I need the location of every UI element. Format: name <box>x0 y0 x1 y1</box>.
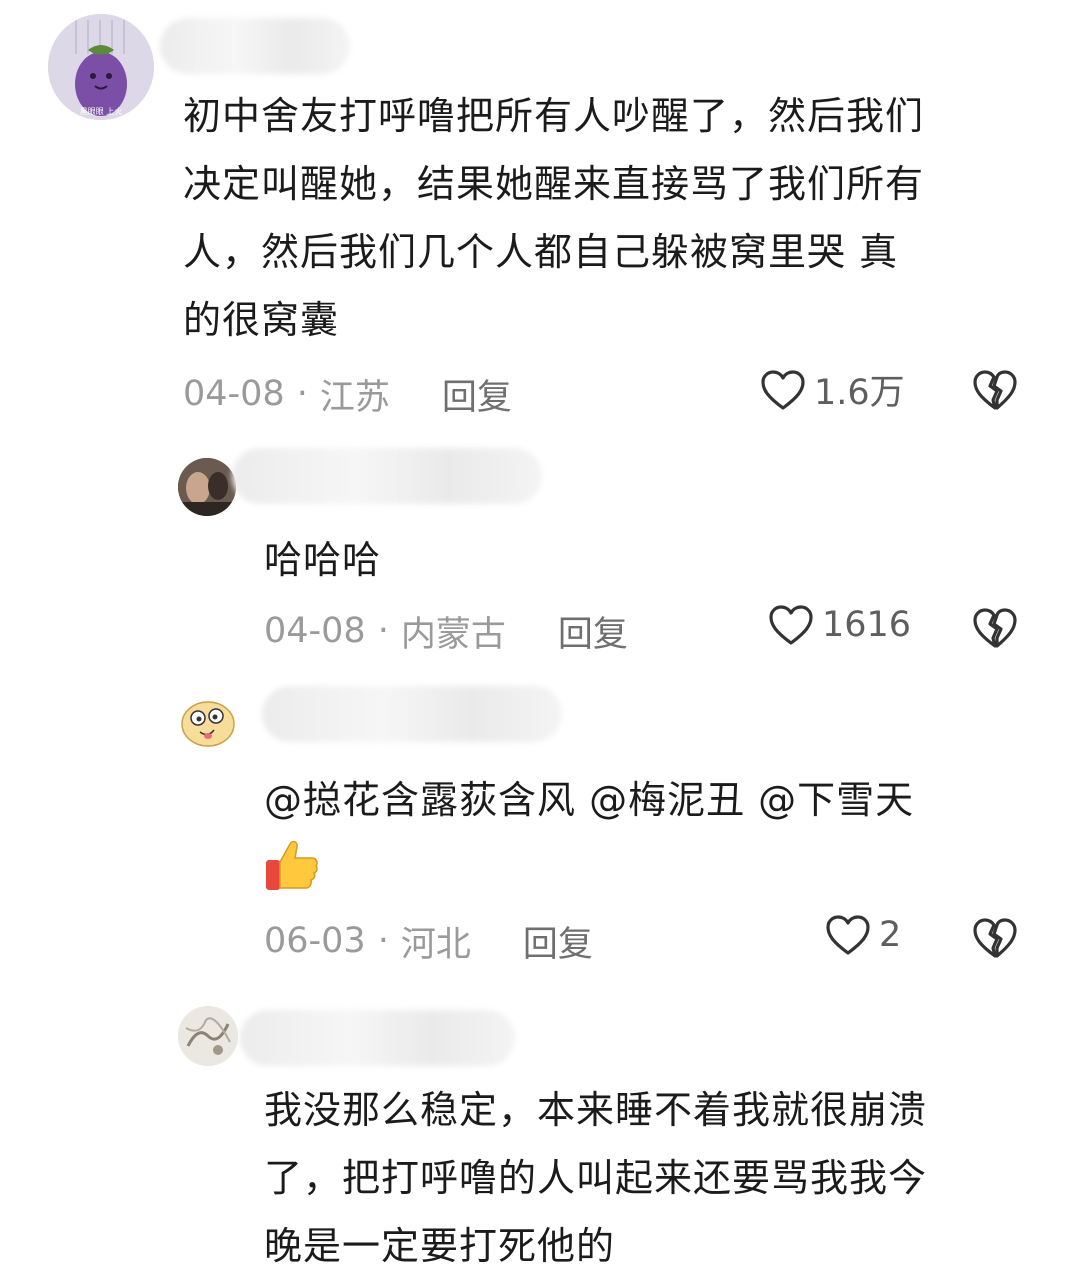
reply-button[interactable]: 回复 <box>442 369 512 420</box>
comment-text: 我没那么稳定，本来睡不着我就很崩溃 了，把打呼噜的人叫起来还要骂我我今 晚是一定… <box>264 1088 928 1268</box>
broken-heart-icon <box>973 918 1017 958</box>
comment-text: 初中舍友打呼噜把所有人吵醒了，然后我们 决定叫醒她，结果她醒来直接骂了我们所有 … <box>183 94 925 342</box>
like-button[interactable]: 1616 <box>768 604 911 646</box>
comment-meta: 06-03 · 河北 回复 <box>264 913 593 969</box>
avatar-photo[interactable] <box>178 458 236 516</box>
dislike-button[interactable] <box>972 368 1018 416</box>
reply-button[interactable]: 回复 <box>523 916 593 967</box>
comment-location: 江苏 <box>319 377 390 418</box>
comment-location: 河北 <box>400 924 471 965</box>
username-redacted <box>262 686 562 742</box>
comment-text: 哈哈哈 <box>264 538 382 582</box>
comment-date: 06-03 <box>264 921 366 961</box>
like-count: 2 <box>879 915 902 955</box>
heart-outline-icon <box>826 915 870 955</box>
sketch-avatar-icon <box>178 1006 238 1066</box>
like-button[interactable]: 1.6万 <box>760 364 905 415</box>
reply-button[interactable]: 回复 <box>558 606 628 657</box>
comment-date: 04-08 <box>183 374 285 414</box>
heart-outline-icon <box>761 369 805 410</box>
cartoon-face-avatar-icon <box>181 701 235 747</box>
username-redacted <box>232 448 542 504</box>
svg-text:黑眼眼 上火: 黑眼眼 上火 <box>80 107 123 116</box>
heart-outline-icon <box>769 605 813 645</box>
comment-meta: 04-08 · 内蒙古 回复 <box>264 603 628 659</box>
eggplant-avatar-icon: 黑眼眼 上火 <box>48 14 154 120</box>
like-count: 1616 <box>822 605 912 645</box>
comment-text: @搃花含露荻含风 @梅泥丑 @下雪天 <box>264 778 915 822</box>
thumbs-up-emoji <box>262 836 320 898</box>
avatar-cartoon[interactable] <box>178 692 238 752</box>
thumbs-up-icon <box>266 840 318 890</box>
comment-meta: 04-08 · 江苏 回复 <box>183 366 512 422</box>
username-redacted <box>240 1010 515 1066</box>
dislike-button[interactable] <box>972 916 1018 964</box>
dislike-button[interactable] <box>972 606 1018 654</box>
comment-location: 内蒙古 <box>400 614 506 655</box>
broken-heart-icon <box>973 370 1017 410</box>
photo-avatar-icon <box>178 458 236 516</box>
avatar-sketch[interactable] <box>178 1006 238 1066</box>
like-button[interactable]: 2 <box>825 914 901 956</box>
avatar-eggplant[interactable]: 黑眼眼 上火 <box>48 14 154 120</box>
username-redacted <box>160 18 350 74</box>
comment-date: 04-08 <box>264 611 366 651</box>
broken-heart-icon <box>973 608 1017 648</box>
like-count: 1.6万 <box>814 373 905 413</box>
